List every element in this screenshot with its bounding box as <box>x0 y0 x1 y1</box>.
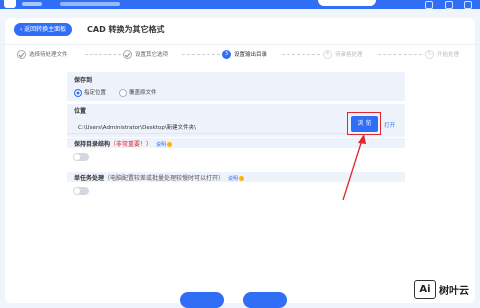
watermark-ai-mark: Ai <box>414 280 436 299</box>
arrow-head <box>358 134 366 144</box>
previous-step-button[interactable] <box>180 292 224 308</box>
next-step-button[interactable] <box>243 292 287 308</box>
watermark-text: 树叶云 <box>439 286 469 297</box>
watermark-logo: Ai 树叶云 <box>414 280 476 299</box>
red-arrow-annotation <box>342 134 366 201</box>
arrow-shaft <box>342 139 363 201</box>
